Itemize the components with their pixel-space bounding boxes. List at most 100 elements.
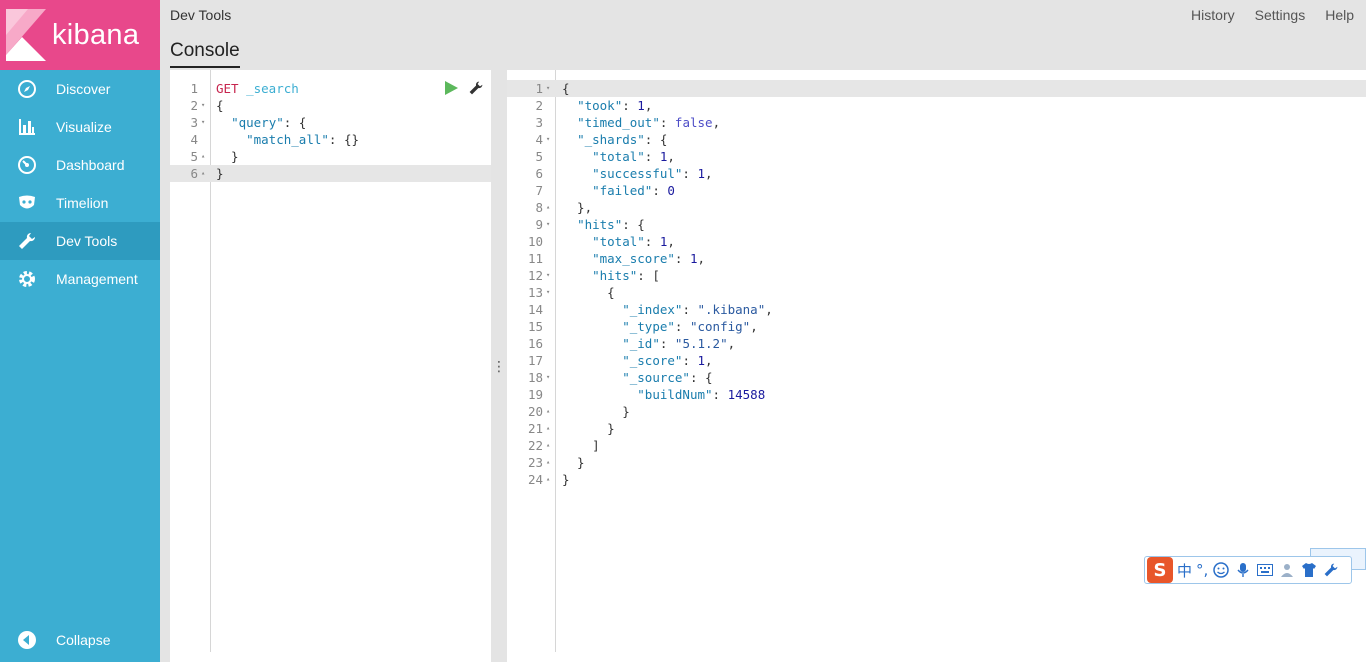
code-line[interactable]: 9 ▾ "hits": { <box>507 216 1366 233</box>
code-line[interactable]: 5 "total": 1, <box>507 148 1366 165</box>
sidebar-item-visualize[interactable]: Visualize <box>0 108 160 146</box>
code-text: "query": { <box>231 115 307 130</box>
fold-expanded-icon[interactable]: ▾ <box>201 97 205 114</box>
fold-end-icon[interactable]: ▴ <box>546 403 550 420</box>
fold-expanded-icon[interactable]: ▾ <box>546 216 550 233</box>
code-line[interactable]: 5 ▴ } <box>170 148 491 165</box>
code-line[interactable]: 17 "_score": 1, <box>507 352 1366 369</box>
sidebar-item-label: Dev Tools <box>56 233 118 249</box>
code-line[interactable]: 15 "_type": "config", <box>507 318 1366 335</box>
request-editor[interactable]: 1 GET _search 2 ▾{3 ▾ "query": {4 "match_all… <box>170 70 491 662</box>
code-text: } <box>216 149 239 164</box>
keyboard-icon[interactable] <box>1256 561 1274 579</box>
run-request-button[interactable] <box>444 81 458 95</box>
ime-mode-toggle[interactable]: 中 <box>1177 560 1192 581</box>
code-text: "_score": 1, <box>622 353 713 368</box>
sidebar-item-dev-tools[interactable]: Dev Tools <box>0 222 160 260</box>
fold-end-icon[interactable]: ▴ <box>546 454 550 471</box>
sidebar-item-dashboard[interactable]: Dashboard <box>0 146 160 184</box>
code-text: "hits": [ <box>592 268 660 283</box>
help-link[interactable]: Help <box>1325 7 1354 23</box>
fold-end-icon[interactable]: ▴ <box>201 148 205 165</box>
code-line[interactable]: 1 GET _search <box>170 80 491 97</box>
sidebar-item-timelion[interactable]: Timelion <box>0 184 160 222</box>
code-text: ] <box>562 438 600 453</box>
code-line[interactable]: 6 ▴} <box>170 165 491 182</box>
sidebar-item-label: Discover <box>56 81 111 97</box>
code-line[interactable]: 4 "match_all": {} <box>170 131 491 148</box>
skin-shirt-icon[interactable] <box>1300 561 1318 579</box>
microphone-icon[interactable] <box>1234 561 1252 579</box>
emoji-icon[interactable] <box>1212 561 1230 579</box>
line-number: 3 <box>535 115 543 130</box>
fold-end-icon[interactable]: ▴ <box>201 165 205 182</box>
sidebar-item-management[interactable]: Management <box>0 260 160 298</box>
tab-console[interactable]: Console <box>170 40 240 68</box>
code-text: "total": 1, <box>592 234 675 249</box>
code-line[interactable]: 16 "_id": "5.1.2", <box>507 335 1366 352</box>
line-number: 23 <box>527 455 543 470</box>
app-title: Dev Tools <box>170 7 232 23</box>
fold-expanded-icon[interactable]: ▾ <box>546 267 550 284</box>
ime-punctuation-toggle[interactable]: °, <box>1196 561 1208 579</box>
code-line[interactable]: 1 ▾ { <box>507 80 1366 97</box>
code-line[interactable]: 14 "_index": ".kibana", <box>507 301 1366 318</box>
code-line[interactable]: 6 "successful": 1, <box>507 165 1366 182</box>
line-number: 10 <box>527 234 543 249</box>
sidebar-item-label: Timelion <box>56 195 109 211</box>
fold-end-icon[interactable]: ▴ <box>546 471 550 488</box>
code-line[interactable]: 18 ▾ "_source": { <box>507 369 1366 386</box>
ime-logo[interactable]: S <box>1147 557 1173 583</box>
fold-expanded-icon[interactable]: ▾ <box>546 369 550 386</box>
fold-expanded-icon[interactable]: ▾ <box>546 80 550 97</box>
code-line[interactable]: 7 "failed": 0 <box>507 182 1366 199</box>
code-line[interactable]: 3 ▾ "query": { <box>170 114 491 131</box>
code-line[interactable]: 10 "total": 1, <box>507 233 1366 250</box>
code-text: } <box>216 166 224 181</box>
kibana-logo[interactable]: kibana <box>0 0 160 70</box>
code-line[interactable]: 23 ▴ } <box>507 454 1366 471</box>
code-line[interactable]: 21 ▴ } <box>507 420 1366 437</box>
fold-end-icon[interactable]: ▴ <box>546 199 550 216</box>
pane-resize-handle[interactable]: ⋮ <box>491 70 507 662</box>
code-line[interactable]: 2 ▾ { <box>170 97 491 114</box>
code-line[interactable]: 20 ▴ } <box>507 403 1366 420</box>
line-number: 16 <box>527 336 543 351</box>
fold-expanded-icon[interactable]: ▾ <box>201 114 205 131</box>
code-line[interactable]: 19 "buildNum": 14588 <box>507 386 1366 403</box>
bar-chart-icon <box>16 116 38 138</box>
line-number: 3 <box>190 115 198 130</box>
code-line[interactable]: 2 "took": 1, <box>507 97 1366 114</box>
code-line[interactable]: 8 ▴ }, <box>507 199 1366 216</box>
code-line[interactable]: 24 ▴} <box>507 471 1366 488</box>
line-number: 21 <box>527 421 543 436</box>
sidebar-item-discover[interactable]: Discover <box>0 70 160 108</box>
line-number: 6 <box>535 166 543 181</box>
code-line[interactable]: 12 ▾ "hits": [ <box>507 267 1366 284</box>
code-line[interactable]: 11 "max_score": 1, <box>507 250 1366 267</box>
code-text: "_id": "5.1.2", <box>622 336 736 351</box>
line-number: 11 <box>527 251 543 266</box>
collapse-button[interactable]: Collapse <box>0 628 160 652</box>
code-text: "max_score": 1, <box>592 251 706 266</box>
line-number: 14 <box>527 302 543 317</box>
fold-expanded-icon[interactable]: ▾ <box>546 284 550 301</box>
code-text: } <box>562 455 585 470</box>
compass-icon <box>16 78 38 100</box>
code-text: "_index": ".kibana", <box>622 302 773 317</box>
settings-link[interactable]: Settings <box>1255 7 1306 23</box>
code-text: }, <box>562 200 593 215</box>
code-line[interactable]: 4 ▾ "_shards": { <box>507 131 1366 148</box>
fold-end-icon[interactable]: ▴ <box>546 420 550 437</box>
history-link[interactable]: History <box>1191 7 1235 23</box>
code-line[interactable]: 22 ▴ ] <box>507 437 1366 454</box>
fold-end-icon[interactable]: ▴ <box>546 437 550 454</box>
fold-expanded-icon[interactable]: ▾ <box>546 131 550 148</box>
code-line[interactable]: 3 "timed_out": false, <box>507 114 1366 131</box>
code-text: "total": 1, <box>592 149 675 164</box>
line-number: 7 <box>535 183 543 198</box>
user-icon[interactable] <box>1278 561 1296 579</box>
code-line[interactable]: 13 ▾ { <box>507 284 1366 301</box>
ime-settings-wrench-icon[interactable] <box>1322 561 1340 579</box>
request-settings-wrench-icon[interactable] <box>468 80 484 96</box>
